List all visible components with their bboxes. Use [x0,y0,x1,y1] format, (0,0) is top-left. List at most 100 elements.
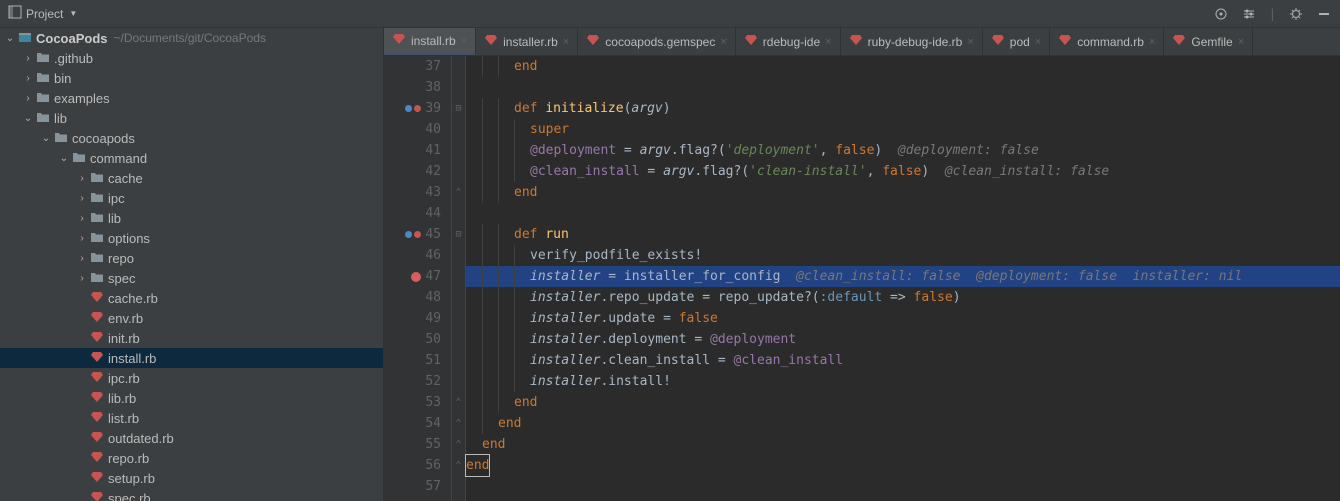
tree-item[interactable]: setup.rb [0,468,383,488]
editor-tab[interactable]: installer.rb × [476,28,578,55]
editor-tab[interactable]: command.rb × [1050,28,1164,55]
editor-tab[interactable]: rdebug-ide × [736,28,841,55]
tree-item[interactable]: cache.rb [0,288,383,308]
fold-marker[interactable]: ⌃ [452,434,465,455]
fold-marker[interactable] [452,350,465,371]
tree-item[interactable]: spec.rb [0,488,383,501]
settings-icon[interactable] [1241,6,1257,22]
fold-marker[interactable] [452,308,465,329]
close-icon[interactable]: × [967,36,973,48]
line-number[interactable]: 49 [384,308,451,329]
fold-marker[interactable]: ⊟ [452,224,465,245]
locate-icon[interactable] [1213,6,1229,22]
tree-item[interactable]: list.rb [0,408,383,428]
editor-tab[interactable]: pod × [983,28,1050,55]
line-number[interactable]: 53 [384,392,451,413]
tree-item[interactable]: outdated.rb [0,428,383,448]
line-number[interactable]: 39 [384,98,451,119]
editor-tab[interactable]: ruby-debug-ide.rb × [841,28,983,55]
code-line[interactable]: installer.update = false [466,308,1340,329]
tree-item[interactable]: › examples [0,88,383,108]
code-line[interactable]: end [466,392,1340,413]
close-icon[interactable]: × [1238,36,1244,48]
tree-item[interactable]: › spec [0,268,383,288]
close-icon[interactable]: × [563,36,569,48]
fold-marker[interactable] [452,56,465,77]
code-line[interactable]: end [466,182,1340,203]
fold-marker[interactable] [452,140,465,161]
code-line[interactable]: end [466,434,1340,455]
fold-marker[interactable] [452,119,465,140]
line-number[interactable]: 43 [384,182,451,203]
tree-item[interactable]: init.rb [0,328,383,348]
line-number[interactable]: 54 [384,413,451,434]
line-number[interactable]: 37 [384,56,451,77]
line-number[interactable]: 45 [384,224,451,245]
fold-gutter[interactable]: ⊟⌃⊟⌃⌃⌃⌃ [452,56,466,501]
line-number[interactable]: 48 [384,287,451,308]
fold-marker[interactable] [452,476,465,497]
fold-marker[interactable]: ⊟ [452,98,465,119]
tree-item[interactable]: › lib [0,208,383,228]
fold-marker[interactable] [452,371,465,392]
line-number[interactable]: 42 [384,161,451,182]
project-selector[interactable]: Project ▼ [8,5,77,22]
line-number[interactable]: 57 [384,476,451,497]
fold-marker[interactable] [452,266,465,287]
fold-marker[interactable]: ⌃ [452,455,465,476]
line-number[interactable]: 44 [384,203,451,224]
code-line[interactable] [466,77,1340,98]
fold-marker[interactable] [452,287,465,308]
fold-marker[interactable] [452,161,465,182]
code-editor[interactable]: 3738394041424344454647484950515253545556… [384,56,1340,501]
line-number[interactable]: 41 [384,140,451,161]
tree-item[interactable]: ⌄ command [0,148,383,168]
line-number[interactable]: 56 [384,455,451,476]
close-icon[interactable]: × [461,35,467,47]
line-number[interactable]: 52 [384,371,451,392]
close-icon[interactable]: × [1149,36,1155,48]
tree-item[interactable]: › bin [0,68,383,88]
code-line[interactable]: end [466,56,1340,77]
tree-item[interactable]: lib.rb [0,388,383,408]
code-line[interactable]: installer = installer_for_config @clean_… [466,266,1340,287]
line-number[interactable]: 51 [384,350,451,371]
code-line[interactable]: super [466,119,1340,140]
fold-marker[interactable] [452,245,465,266]
line-number-gutter[interactable]: 3738394041424344454647484950515253545556… [384,56,452,501]
code-line[interactable]: @clean_install = argv.flag?('clean-insta… [466,161,1340,182]
editor-tab[interactable]: Gemfile × [1164,28,1253,55]
tree-item[interactable]: ⌄ cocoapods [0,128,383,148]
line-number[interactable]: 50 [384,329,451,350]
editor-tab[interactable]: cocoapods.gemspec × [578,28,736,55]
fold-marker[interactable]: ⌃ [452,182,465,203]
tree-item[interactable]: install.rb [0,348,383,368]
code-line[interactable]: def initialize(argv) [466,98,1340,119]
code-line[interactable]: installer.install! [466,371,1340,392]
fold-marker[interactable]: ⌃ [452,413,465,434]
code-line[interactable]: installer.clean_install = @clean_install [466,350,1340,371]
collapse-icon[interactable] [1316,6,1332,22]
fold-marker[interactable] [452,77,465,98]
tree-item[interactable]: ipc.rb [0,368,383,388]
tree-item[interactable]: repo.rb [0,448,383,468]
gear-icon[interactable] [1288,6,1304,22]
override-icon[interactable] [405,105,421,112]
code-line[interactable]: end [466,413,1340,434]
fold-marker[interactable] [452,329,465,350]
code-line[interactable] [466,476,1340,497]
editor-tab[interactable]: install.rb × [384,28,476,55]
code-line[interactable]: installer.deployment = @deployment [466,329,1340,350]
close-icon[interactable]: × [720,36,726,48]
line-number[interactable]: 47 [384,266,451,287]
tree-item[interactable]: › ipc [0,188,383,208]
fold-marker[interactable] [452,203,465,224]
project-tree[interactable]: ⌄ CocoaPods ~/Documents/git/CocoaPods › … [0,28,384,501]
line-number[interactable]: 40 [384,119,451,140]
code-line[interactable] [466,203,1340,224]
breakpoint-icon[interactable] [411,272,421,282]
close-icon[interactable]: × [825,36,831,48]
close-icon[interactable]: × [1035,36,1041,48]
tree-item[interactable]: › repo [0,248,383,268]
code-line[interactable]: installer.repo_update = repo_update?(:de… [466,287,1340,308]
